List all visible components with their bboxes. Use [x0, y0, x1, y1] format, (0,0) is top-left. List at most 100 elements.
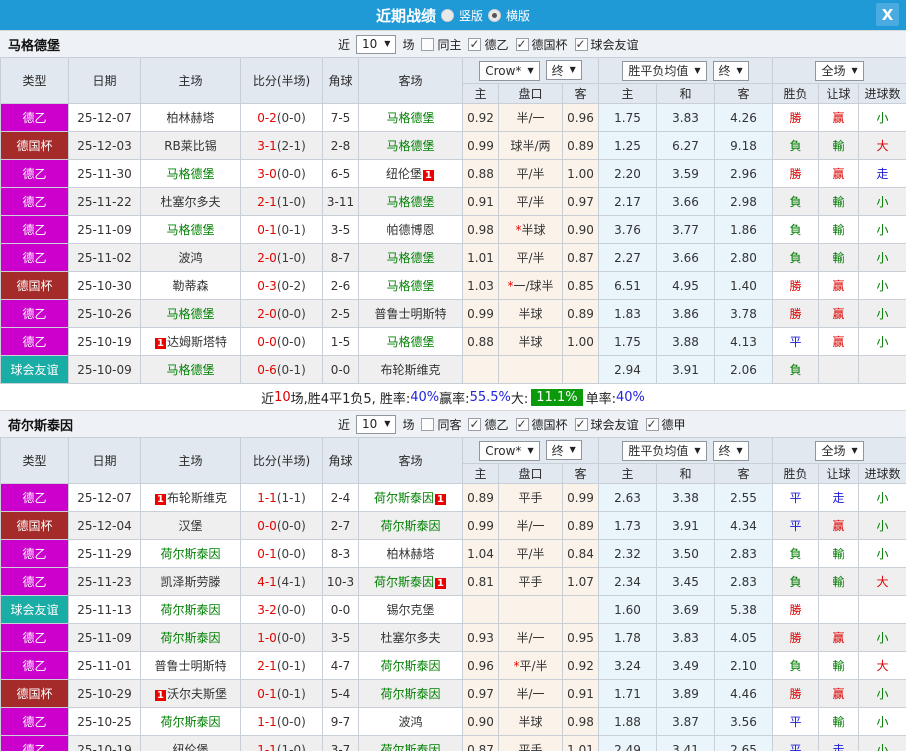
home-team-cell: 马格德堡: [140, 299, 241, 328]
team-name-text: 达姆斯塔特: [166, 335, 227, 349]
home-odds-cell: 0.99: [462, 511, 499, 540]
score-cell: 2-1(1-0): [240, 187, 323, 216]
league-cell: 德乙: [0, 327, 69, 356]
league-filter-checkbox[interactable]: [574, 417, 588, 431]
fulltime-score: 3-1: [257, 138, 277, 153]
avg-away-cell: 1.40: [713, 271, 774, 300]
league-filter-checkbox[interactable]: [468, 37, 482, 51]
league-filter-checkbox[interactable]: [515, 37, 529, 51]
fulltime-score: 2-1: [257, 194, 277, 209]
league-filter-checkbox[interactable]: [515, 417, 529, 431]
goals-result-cell: 小: [858, 539, 906, 568]
team-name-text: 荷尔斯泰因: [380, 659, 441, 673]
table-row: 德乙 25-11-22 杜塞尔多夫 2-1(1-0) 3-11 马格德堡 0.91 平/半 0.…: [0, 187, 906, 216]
away-odds-cell: 0.91: [562, 679, 599, 708]
dropdown-arrow-icon: ▼: [736, 65, 743, 75]
date-cell: 25-11-29: [68, 539, 141, 568]
column-subheader: 胜负: [772, 83, 820, 104]
avg-type-select[interactable]: 胜平负均值 ▼: [622, 440, 707, 461]
handicap-cell: 平手: [498, 735, 563, 751]
odds-company-select[interactable]: Crow* ▼: [479, 440, 540, 461]
score-cell: 0-0(0-0): [240, 327, 323, 356]
away-team-cell: 普鲁士明斯特: [358, 299, 463, 328]
scope-select[interactable]: 全场 ▼: [815, 440, 864, 461]
table-row: 德国杯 25-12-03 RB莱比锡 3-1(2-1) 2-8 马格德堡 0.99 球半/两 0…: [0, 131, 906, 160]
handicap-result-cell: 走: [818, 735, 860, 751]
fulltime-score: 3-0: [257, 166, 277, 181]
column-header-away: 客场: [358, 437, 463, 484]
handicap-text: 平/半: [519, 659, 548, 673]
corner-cell: 3-5: [322, 623, 359, 652]
same-venue-checkbox[interactable]: [421, 417, 435, 431]
handicap-result-cell: 走: [818, 483, 860, 512]
column-subheader: 让球: [818, 463, 860, 484]
away-odds-cell: 0.95: [562, 623, 599, 652]
avg-home-cell: 3.76: [598, 215, 657, 244]
league-filter-checkbox[interactable]: [468, 417, 482, 431]
filter-bar: 近 10 ▼ 场 同主 德乙 德国杯 球会友谊: [338, 31, 639, 57]
handicap-cell: *一/球半: [498, 271, 563, 300]
league-filter-checkbox[interactable]: [574, 37, 588, 51]
home-odds-cell: 0.99: [462, 131, 499, 160]
score-cell: 4-1(4-1): [240, 567, 323, 596]
goals-result-cell: 小: [858, 679, 906, 708]
goals-result-cell: 小: [858, 623, 906, 652]
date-cell: 25-11-23: [68, 567, 141, 596]
dropdown-arrow-icon: ▼: [694, 445, 701, 455]
corner-cell: 6-5: [322, 159, 359, 188]
avg-away-cell: 2.98: [713, 187, 774, 216]
same-venue-checkbox[interactable]: [421, 37, 435, 51]
table-body: 德乙 25-12-07 柏林赫塔 0-2(0-0) 7-5 马格德堡 0.92 半/一 0.96…: [0, 103, 906, 384]
avg-stage-select[interactable]: 终 ▼: [712, 60, 749, 81]
column-subheader: 盘口: [498, 463, 563, 484]
league-cell: 德乙: [0, 623, 69, 652]
avg-draw-cell: 4.95: [656, 271, 715, 300]
halftime-score: (0-0): [276, 110, 306, 125]
odds-stage-select[interactable]: 终 ▼: [545, 440, 582, 461]
column-subheader: 主: [598, 83, 657, 104]
horizontal-layout-label: 横版: [506, 8, 531, 23]
close-button[interactable]: X: [876, 3, 899, 26]
avg-away-cell: 2.83: [713, 539, 774, 568]
avg-away-cell: 2.96: [713, 159, 774, 188]
home-team-cell: 纽伦堡: [140, 735, 241, 751]
match-count-select[interactable]: 10 ▼: [356, 414, 397, 434]
table-row: 德乙 25-11-09 荷尔斯泰因 1-0(0-0) 3-5 杜塞尔多夫 0.93 半/一 0.…: [0, 623, 906, 652]
same-venue-label: 同主: [437, 37, 462, 52]
dropdown-arrow-icon: ▼: [384, 419, 391, 428]
handicap-text: 一/球半: [513, 279, 554, 293]
away-odds-cell: 0.96: [562, 103, 599, 132]
league-cell: 德乙: [0, 159, 69, 188]
odds-stage-select[interactable]: 终 ▼: [545, 60, 582, 81]
handicap-text: 半/一: [516, 631, 545, 645]
avg-away-cell: 1.86: [713, 215, 774, 244]
avg-home-cell: 2.34: [598, 567, 657, 596]
date-cell: 25-10-29: [68, 679, 141, 708]
table-row: 德乙 25-11-30 马格德堡 3-0(0-0) 6-5 纽伦堡 1 0.88 平/半 1.00…: [0, 159, 906, 188]
avg-stage-select[interactable]: 终 ▼: [712, 440, 749, 461]
goals-result-cell: 小: [858, 271, 906, 300]
fulltime-score: 0-0: [257, 518, 277, 533]
league-filter-checkbox[interactable]: [645, 417, 659, 431]
goals-result-cell: 小: [858, 707, 906, 736]
handicap-result-cell: [818, 355, 860, 384]
handicap-cell: 平/半: [498, 539, 563, 568]
match-count-select[interactable]: 10 ▼: [356, 34, 397, 54]
handicap-text: 半球: [518, 335, 543, 349]
results-table: 类型 日期 主场 比分(半场) 角球 客场 Crow* ▼ 终 ▼ 胜平负均值 ▼ 终 ▼ 全场 ▼ 主盘口客主…: [0, 437, 906, 751]
home-team-cell: 汉堡: [140, 511, 241, 540]
scope-select[interactable]: 全场 ▼: [815, 60, 864, 81]
team-name-text: 帕德博恩: [386, 223, 435, 237]
horizontal-layout-radio[interactable]: [488, 8, 501, 22]
table-row: 德国杯 25-10-29 1 沃尔夫斯堡 0-1(0-1) 5-4 荷尔斯泰因 0.97 半/一…: [0, 679, 906, 708]
corner-cell: 3-7: [322, 735, 359, 751]
match-count-value: 10: [362, 37, 378, 51]
avg-away-cell: 5.38: [713, 595, 774, 624]
team-name-text: 荷尔斯泰因: [160, 547, 221, 561]
avg-draw-cell: 3.91: [656, 355, 715, 384]
team-name-text: 马格德堡: [386, 111, 435, 125]
date-cell: 25-11-01: [68, 651, 141, 680]
avg-type-select[interactable]: 胜平负均值 ▼: [622, 60, 707, 81]
vertical-layout-radio[interactable]: [440, 8, 454, 22]
odds-company-select[interactable]: Crow* ▼: [479, 60, 540, 81]
